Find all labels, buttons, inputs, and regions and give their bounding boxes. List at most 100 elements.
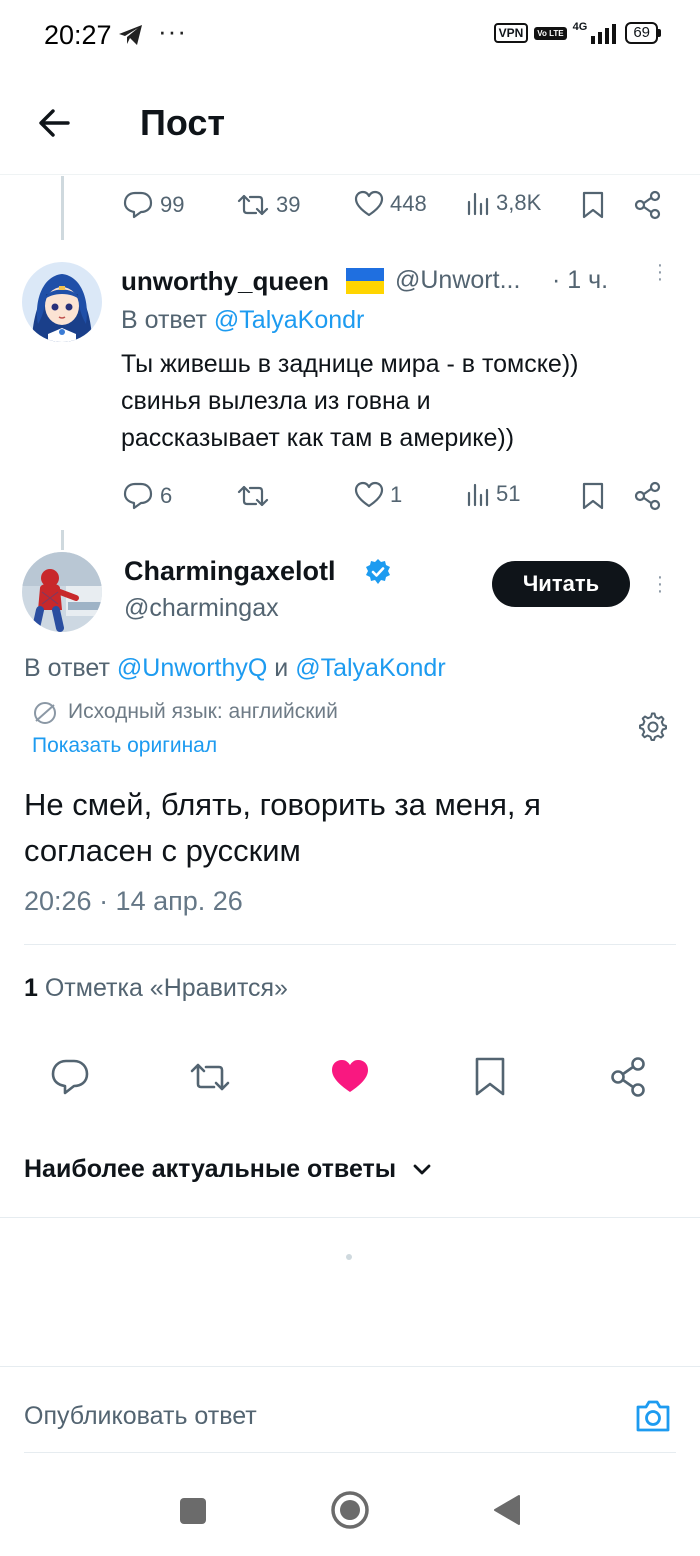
translate-icon [32, 700, 58, 726]
vpn-icon: VPN [493, 23, 529, 43]
avatar[interactable] [22, 262, 102, 342]
views-count: 51 [496, 481, 521, 506]
verified-badge-icon [364, 558, 392, 586]
tweet-timestamp[interactable]: 20:26 · 14 апр. 26 [24, 886, 243, 917]
views-button[interactable]: 3,8K [466, 190, 541, 216]
telegram-icon [118, 24, 144, 46]
sort-dropdown[interactable]: Наиболее актуальные ответы [24, 1155, 432, 1184]
thread-line [61, 530, 64, 550]
reply-icon [123, 482, 153, 510]
share-button[interactable] [634, 190, 662, 220]
status-more-icon: ··· [158, 16, 187, 46]
gear-icon [639, 712, 667, 741]
like-button[interactable]: 1 [354, 481, 402, 509]
status-icons: VPN Vo LTE 4G 69 [493, 21, 661, 44]
like-count: 1 [390, 482, 403, 507]
camera-button[interactable] [634, 1398, 672, 1434]
author-name-text: unworthy_queen [121, 266, 330, 296]
flag-ukraine-icon [346, 268, 384, 294]
home-circle-icon [331, 1491, 369, 1529]
avatar[interactable] [22, 552, 102, 632]
header-divider [0, 174, 700, 175]
share-icon [634, 481, 661, 511]
divider [0, 1366, 700, 1367]
share-button[interactable] [610, 1056, 648, 1098]
thread-line [61, 176, 64, 240]
reply-icon [51, 1059, 89, 1095]
more-options-icon[interactable]: · · · [655, 567, 665, 601]
author-handle[interactable]: @Unwort... [395, 266, 520, 295]
mention-link[interactable]: @UnworthyQ [117, 654, 267, 682]
bookmark-icon [475, 1057, 505, 1096]
retweet-button[interactable] [188, 1058, 232, 1096]
like-count: 448 [390, 191, 427, 216]
reply-icon [123, 191, 153, 219]
camera-icon [636, 1400, 670, 1432]
retweet-icon [237, 194, 269, 216]
loading-indicator [346, 1254, 352, 1260]
like-button[interactable] [330, 1058, 370, 1096]
author-name[interactable]: unworthy_queen [121, 266, 329, 297]
share-icon [611, 1057, 645, 1097]
tweet-time[interactable]: · 1 ч. [552, 266, 608, 295]
reply-button[interactable]: 6 [122, 481, 172, 511]
volte-icon: Vo LTE [534, 26, 567, 40]
like-button[interactable]: 448 [354, 190, 427, 218]
bookmark-button[interactable] [580, 481, 606, 511]
divider [24, 1452, 676, 1453]
network-label: 4G [572, 21, 588, 33]
like-summary-label: Отметка «Нравится» [44, 974, 288, 1002]
retweet-button[interactable] [236, 481, 270, 511]
reply-button[interactable] [50, 1058, 90, 1096]
triangle-back-icon [494, 1495, 520, 1525]
retweet-icon [237, 485, 269, 507]
bookmark-icon [582, 482, 604, 510]
chevron-down-icon [413, 1164, 431, 1174]
bookmark-button[interactable] [472, 1056, 508, 1098]
reply-context: В ответ @UnworthyQ и @TalyaKondr [24, 654, 446, 683]
show-original-link[interactable]: Показать оригинал [32, 734, 217, 758]
divider [0, 1217, 700, 1218]
reply-prefix: В ответ [24, 654, 110, 682]
tweet-text-line: Не смей, блять, говорить за меня, я [24, 787, 541, 822]
tweet-text-line: согласен с русским [24, 833, 301, 868]
views-count: 3,8K [496, 190, 542, 215]
bookmark-button[interactable] [580, 190, 606, 220]
back-button[interactable] [32, 100, 78, 146]
like-summary[interactable]: 1 Отметка «Нравится» [24, 974, 288, 1003]
back-nav-button[interactable] [492, 1494, 522, 1526]
reply-count: 99 [160, 192, 185, 217]
author-name[interactable]: Charmingaxelotl [124, 556, 336, 587]
reply-button[interactable]: 99 [122, 190, 184, 220]
share-button[interactable] [634, 481, 662, 511]
follow-button[interactable]: Читать [492, 561, 630, 607]
reply-count: 6 [160, 483, 173, 508]
tweet-text: Ты живешь в заднице мира - в томске)) св… [121, 346, 681, 457]
views-icon [467, 192, 489, 216]
author-handle[interactable]: @charmingax [124, 594, 279, 623]
mention-link[interactable]: @TalyaKondr [295, 654, 445, 682]
heart-icon [354, 190, 384, 217]
heart-icon [354, 481, 384, 508]
retweet-count: 39 [276, 192, 301, 217]
bookmark-icon [582, 191, 604, 219]
share-icon [634, 190, 661, 220]
recent-apps-button[interactable] [178, 1496, 208, 1526]
translation-settings-button[interactable] [638, 712, 668, 742]
tweet-text-line: Ты живешь в заднице мира - в томске)) [121, 350, 579, 378]
retweet-button[interactable]: 39 [236, 190, 300, 220]
mention-link[interactable]: @TalyaKondr [214, 306, 364, 334]
page-title: Пост [140, 102, 226, 143]
more-options-icon[interactable]: · · · [655, 255, 665, 289]
reply-prefix: В ответ [121, 306, 207, 334]
home-button[interactable] [330, 1490, 370, 1530]
reply-context: В ответ @TalyaKondr [121, 306, 364, 335]
square-icon [180, 1498, 206, 1524]
tweet-text-line: свинья вылезла из говна и [121, 387, 431, 415]
tweet-text-line: рассказывает как там в америке)) [121, 424, 515, 452]
divider [24, 944, 676, 945]
views-button[interactable]: 51 [466, 481, 520, 507]
retweet-icon [190, 1063, 230, 1091]
reply-and: и [274, 654, 289, 682]
reply-input[interactable]: Опубликовать ответ [24, 1402, 257, 1431]
